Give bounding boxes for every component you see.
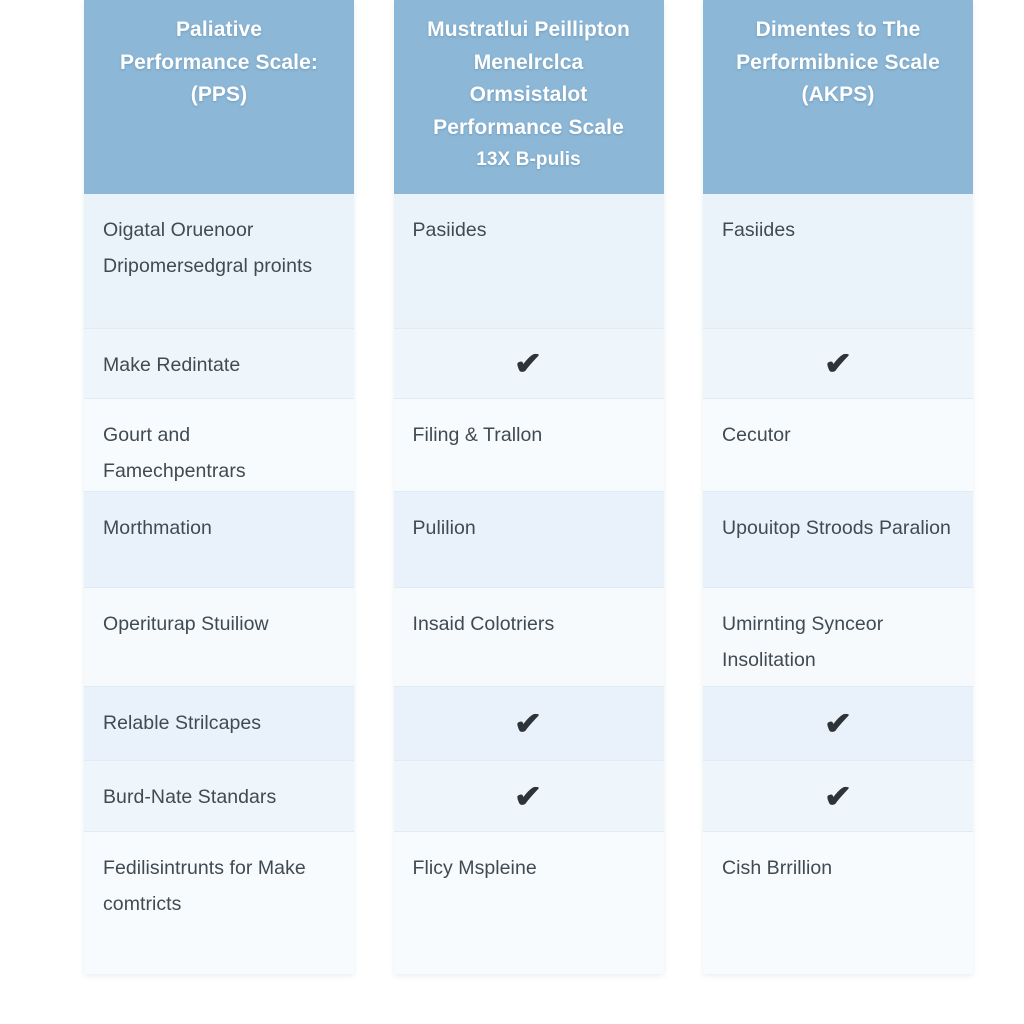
cell-text: Upouitop Stroods Paralion: [722, 517, 951, 539]
table-cell: Morthmation: [84, 492, 354, 588]
table-cell: Filing & Trallon: [393, 399, 664, 492]
table-cell: ✔: [703, 329, 973, 399]
cell-text: Cecutor: [722, 424, 791, 446]
cell-text: Gourt and Famechpentrars: [103, 424, 246, 482]
checkmark-icon: ✔: [823, 346, 853, 381]
column-header-line: Dimentes to The: [755, 18, 921, 41]
table-cell: Upouitop Stroods Paralion: [703, 492, 973, 588]
checkmark-icon: ✔: [823, 778, 853, 814]
table-cell: Cecutor: [703, 399, 973, 492]
table-cell: ✔: [393, 687, 664, 761]
cell-text: Relable Strilcapes: [103, 712, 262, 734]
cell-text: Burd-Nate Standars: [103, 786, 277, 808]
column-akps: Dimentes to The Performibnice Scale (AKP…: [703, 0, 973, 974]
cell-text: Operiturap Stuiliow: [103, 613, 269, 635]
cell-text: Cish Brrillion: [722, 857, 833, 879]
table-cell: Fasiides: [703, 194, 973, 329]
table-cell: ✔: [703, 761, 973, 832]
cell-text: Filing & Trallon: [412, 424, 543, 446]
table-cell: ✔: [703, 687, 973, 761]
column-header-line: Performance Scale: [433, 115, 624, 139]
column-header-pps: Paliative Performance Scale: (PPS): [84, 0, 354, 194]
checkmark-icon: ✔: [514, 778, 543, 814]
cell-text: Morthmation: [103, 517, 212, 539]
table-cell: ✔: [393, 329, 664, 399]
column-header-line: Mustratlui Peillipton: [427, 18, 630, 41]
cell-text: Umirnting Synceor Insolitation: [722, 613, 884, 671]
table-cell: Cish Brrillion: [703, 832, 973, 974]
column-header-line: (PPS): [190, 83, 248, 106]
column-header-line: Performibnice Scale: [736, 50, 940, 74]
cell-text: Fasiides: [722, 219, 796, 241]
table-cell: ✔: [393, 761, 664, 832]
cell-text: Make Redintate: [103, 354, 241, 376]
cell-text: Pasiides: [412, 219, 487, 241]
cell-text: Insaid Colotriers: [412, 613, 555, 635]
table-cell: Oigatal Oruenoor Dripomersedgral proints: [84, 194, 354, 329]
table-cell: Operiturap Stuiliow: [84, 588, 354, 687]
cell-text: Oigatal Oruenoor Dripomersedgral proints: [103, 219, 313, 277]
table-cell: Umirnting Synceor Insolitation: [703, 588, 973, 687]
column-header-akps: Dimentes to The Performibnice Scale (AKP…: [703, 0, 973, 194]
table-cell: Flicy Mspleine: [393, 832, 664, 974]
column-header-line: Menelrclca: [473, 50, 584, 74]
table-cell: Insaid Colotriers: [393, 588, 664, 687]
table-cell: Pasiides: [393, 194, 664, 329]
cell-text: Pulilion: [412, 517, 476, 539]
checkmark-icon: ✔: [514, 706, 543, 741]
table-cell: Make Redintate: [84, 329, 354, 399]
table-cell: Burd-Nate Standars: [84, 761, 354, 832]
column-header-line: Paliative: [175, 18, 263, 41]
column-header-line: Ormsistalot: [469, 83, 588, 106]
checkmark-icon: ✔: [514, 346, 543, 381]
comparison-table: Paliative Performance Scale: (PPS) Oigat…: [84, 0, 973, 974]
column-header-line: 13X B-pulis: [476, 149, 581, 170]
column-header-line: Performance Scale:: [120, 50, 318, 74]
column-pps: Paliative Performance Scale: (PPS) Oigat…: [84, 0, 354, 974]
cell-text: Flicy Mspleine: [412, 857, 537, 879]
table-cell: Relable Strilcapes: [84, 687, 354, 761]
checkmark-icon: ✔: [823, 706, 853, 741]
comparison-table-page: Paliative Performance Scale: (PPS) Oigat…: [0, 0, 1024, 1024]
table-cell: Pulilion: [393, 492, 664, 588]
column-mps: Mustratlui Peillipton Menelrclca Ormsist…: [393, 0, 664, 974]
table-cell: Gourt and Famechpentrars: [84, 399, 354, 492]
cell-text: Fedilisintrunts for Make comtricts: [103, 857, 306, 915]
column-header-mps: Mustratlui Peillipton Menelrclca Ormsist…: [393, 0, 664, 194]
table-cell: Fedilisintrunts for Make comtricts: [84, 832, 354, 974]
column-header-line: (AKPS): [801, 83, 875, 106]
